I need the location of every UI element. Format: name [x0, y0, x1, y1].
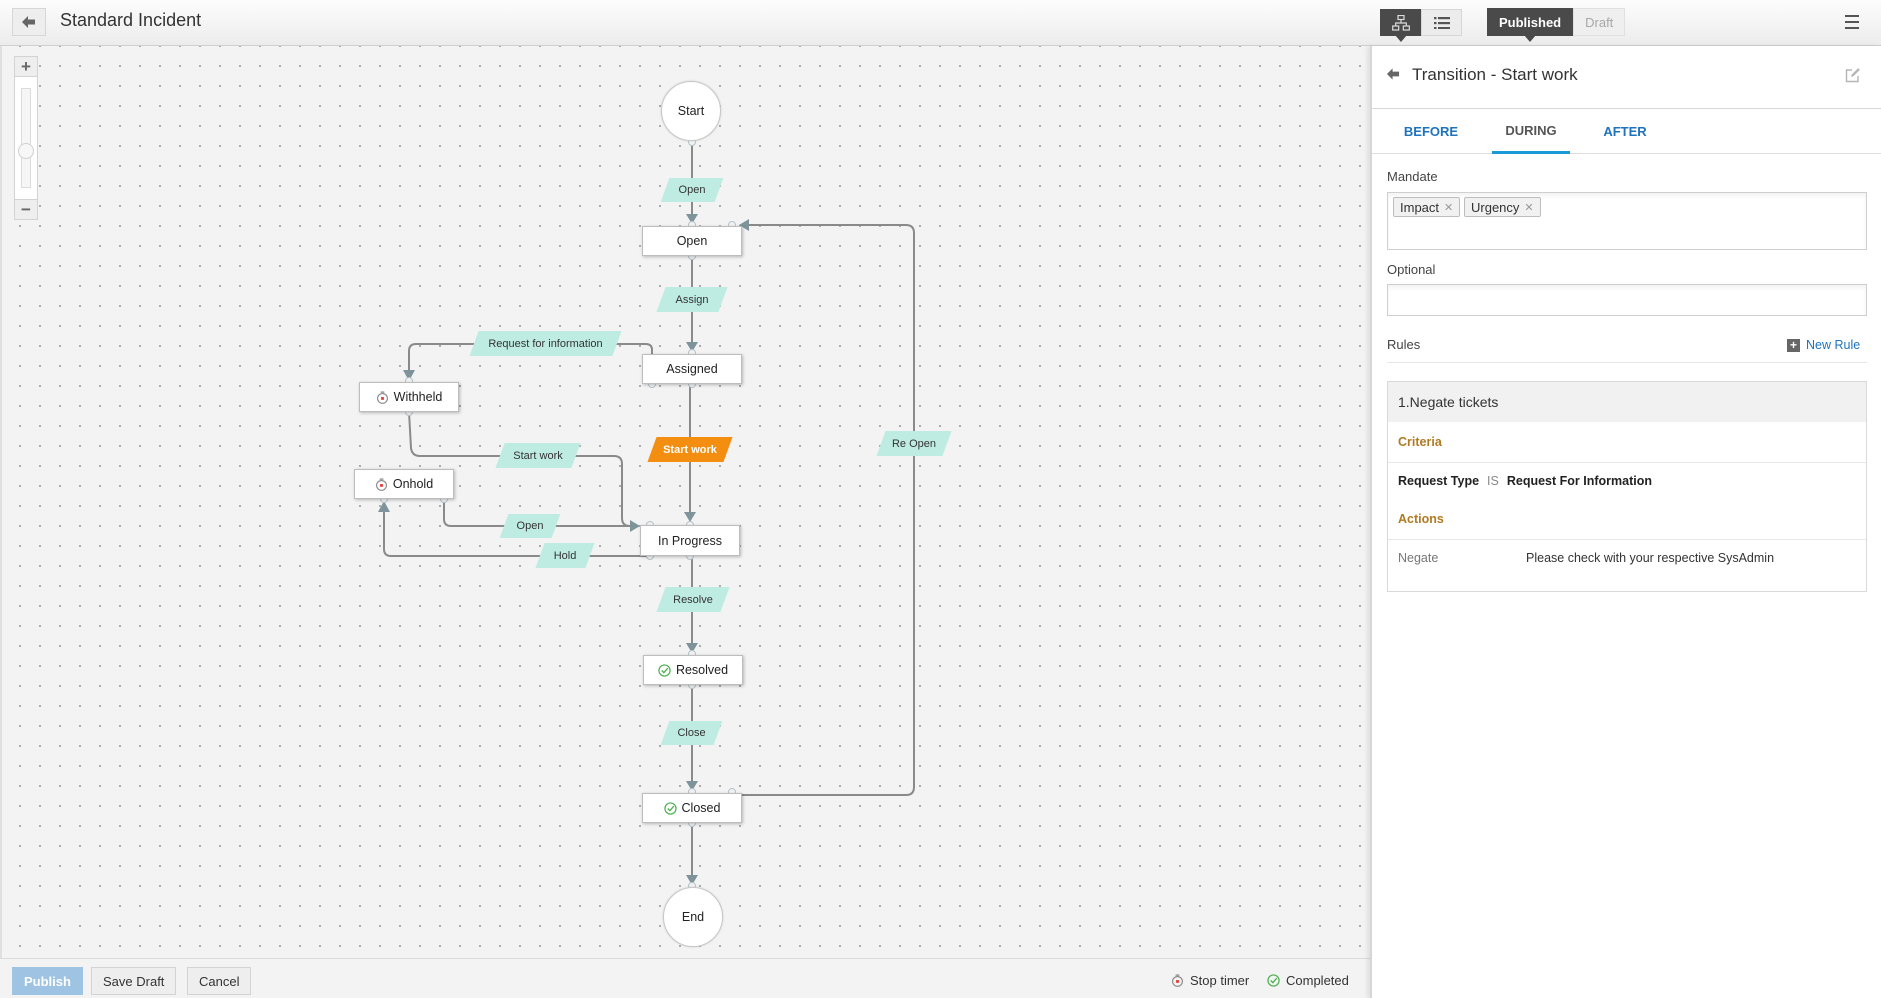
workflow-editor: Standard Incident Published Draft + − St… [0, 0, 1881, 998]
action-message: Please check with your respective SysAdm… [1526, 551, 1775, 565]
transition-close[interactable]: Close [665, 721, 718, 745]
panel-title: Transition - Start work [1412, 65, 1578, 84]
state-label: End [681, 910, 705, 924]
mandate-label: Mandate [1387, 169, 1438, 184]
cancel-button[interactable]: Cancel [187, 967, 252, 995]
divider [1387, 362, 1867, 363]
optional-label: Optional [1387, 262, 1436, 277]
rules-label: Rules [1387, 337, 1421, 352]
publish-button[interactable]: Publish [12, 967, 83, 995]
state-label: Resolved [675, 663, 729, 677]
rule-card: 1.Negate tickets Criteria Request Type I… [1387, 381, 1867, 592]
legend-label: Completed [1286, 973, 1349, 988]
criteria-heading: Criteria [1398, 435, 1442, 449]
transition-resolve[interactable]: Resolve [661, 587, 725, 612]
tab-after[interactable]: AFTER [1595, 109, 1655, 154]
transition-start-work-withheld[interactable]: Start work [500, 443, 576, 468]
stop-timer-icon [375, 477, 387, 491]
state-onhold[interactable]: Onhold [354, 469, 454, 499]
transition-open-onhold[interactable]: Open [504, 514, 556, 538]
legend-stop-timer: Stop timer [1171, 973, 1249, 988]
state-withheld[interactable]: Withheld [359, 382, 459, 412]
stop-timer-icon [1172, 974, 1183, 987]
rule-title[interactable]: 1.Negate tickets [1388, 382, 1866, 422]
workflow-connectors [378, 138, 915, 890]
transition-start-work-selected[interactable]: Start work [652, 437, 728, 462]
criteria-field: Request Type [1398, 474, 1480, 488]
transition-detail-panel: Transition - Start work BEFORE DURING AF… [1370, 46, 1881, 998]
state-label: In Progress [658, 533, 722, 548]
state-resolved[interactable]: Resolved [643, 655, 743, 685]
state-assigned[interactable]: Assigned [642, 354, 742, 384]
divider [1388, 539, 1866, 540]
workflow-canvas[interactable]: + − Start Open Assigned Withheld Onhold … [0, 46, 1370, 958]
optional-field[interactable] [1387, 284, 1867, 316]
transition-request-for-information[interactable]: Request for information [474, 331, 617, 356]
state-label: Assigned [666, 362, 718, 376]
state-label: Open [676, 234, 708, 248]
state-start[interactable]: Start [661, 81, 721, 141]
sitemap-icon [1391, 14, 1410, 31]
remove-tag-icon[interactable]: ✕ [1524, 201, 1533, 214]
tab-during[interactable]: DURING [1492, 109, 1570, 154]
published-button[interactable]: Published [1487, 8, 1574, 42]
mandate-tag: Urgency ✕ [1464, 197, 1541, 217]
criteria-operator: IS [1487, 474, 1499, 488]
save-draft-button[interactable]: Save Draft [91, 967, 177, 995]
edge-arrowhead [630, 520, 640, 532]
state-label: Onhold [392, 477, 434, 491]
legend-label: Stop timer [1190, 973, 1250, 988]
edit-icon[interactable] [1845, 67, 1861, 83]
tab-before[interactable]: BEFORE [1400, 109, 1462, 154]
hamburger-menu-icon[interactable] [1842, 12, 1862, 32]
edge-closed-open [732, 224, 915, 796]
stop-timer-icon [376, 390, 388, 404]
state-in-progress[interactable]: In Progress [640, 525, 740, 556]
status-toggle: Published Draft [1487, 8, 1626, 42]
mandate-tag: Impact ✕ [1393, 197, 1461, 217]
arrow-left-icon[interactable] [1387, 68, 1400, 80]
state-closed[interactable]: Closed [642, 793, 742, 823]
state-label: Withheld [393, 390, 443, 404]
completed-check-icon [663, 801, 677, 815]
transition-re-open[interactable]: Re Open [881, 431, 947, 456]
state-label: Start [677, 104, 705, 118]
completed-check-icon [1267, 974, 1280, 987]
action-type: Negate [1398, 551, 1439, 565]
completed-check-icon [658, 663, 671, 677]
state-end[interactable]: End [663, 887, 723, 947]
transition-assign[interactable]: Assign [661, 287, 723, 312]
view-toggle [1380, 9, 1462, 42]
diagram-view-button[interactable] [1380, 9, 1421, 42]
list-icon [1433, 16, 1450, 29]
remove-tag-icon[interactable]: ✕ [1444, 201, 1453, 214]
panel-header: Transition - Start work [1372, 46, 1881, 109]
edge-arrowhead [684, 512, 696, 522]
legend-completed: Completed [1267, 973, 1349, 988]
transition-open[interactable]: Open [665, 178, 719, 202]
criteria-value: Request For Information [1506, 474, 1653, 488]
new-rule-button[interactable]: + New Rule [1787, 338, 1860, 352]
mandate-field[interactable]: Impact ✕ Urgency ✕ [1387, 192, 1867, 250]
state-label: Closed [681, 801, 721, 815]
phase-tabs: BEFORE DURING AFTER [1372, 109, 1881, 154]
plus-icon: + [1787, 338, 1800, 352]
footer-bar: Publish Save Draft Cancel Stop timer Com… [0, 958, 1370, 998]
criteria-row: Request Type IS Request For Information [1388, 474, 1866, 488]
transition-hold[interactable]: Hold [540, 543, 590, 568]
divider [1388, 462, 1866, 463]
draft-button[interactable]: Draft [1573, 8, 1626, 36]
list-view-button[interactable] [1421, 9, 1462, 36]
actions-heading: Actions [1398, 512, 1444, 526]
state-open[interactable]: Open [642, 226, 742, 256]
